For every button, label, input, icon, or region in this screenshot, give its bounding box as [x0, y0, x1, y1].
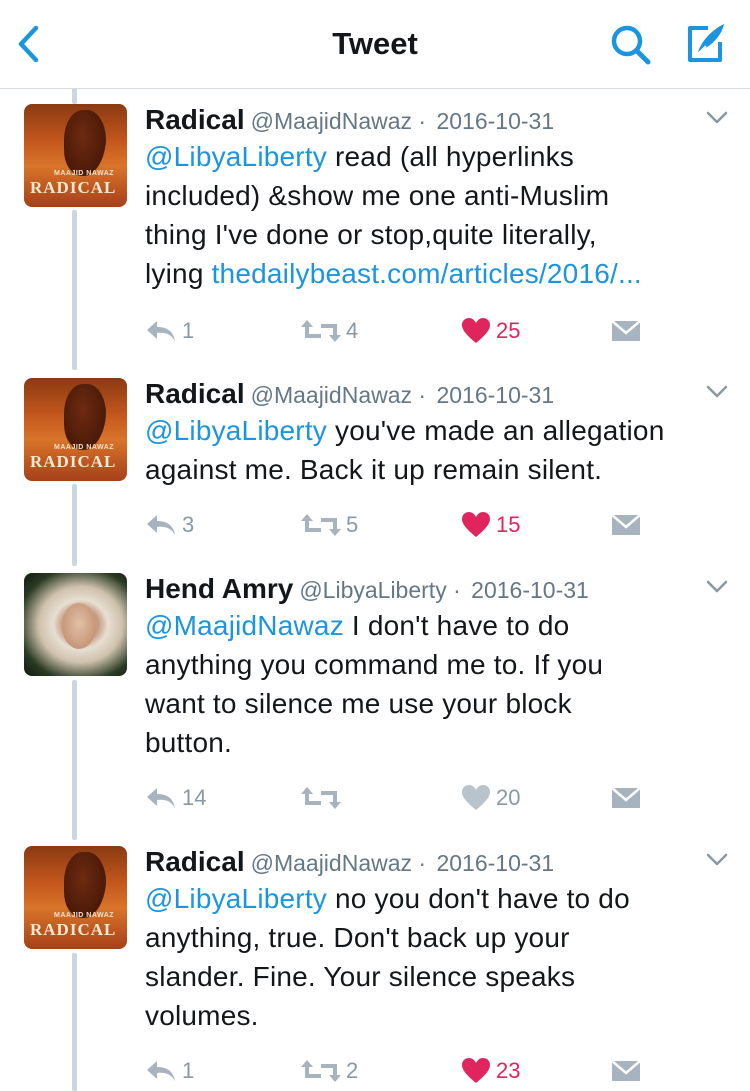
thread-line [72, 680, 77, 840]
reply-button[interactable]: 14 [145, 783, 206, 813]
heart-icon [462, 785, 490, 810]
tweet-text: @LibyaLiberty you've made an allegation … [145, 415, 665, 485]
display-name[interactable]: Hend Amry [145, 573, 293, 604]
user-handle[interactable]: @MaajidNawaz [251, 850, 412, 876]
tweet-date: 2016-10-31 [471, 577, 589, 603]
retweet-button[interactable]: 4 [301, 316, 358, 346]
cover-author: MAAJID NAWAZ [54, 444, 115, 451]
tweet-actions: 1 4 25 [145, 316, 665, 346]
chevron-down-icon[interactable] [706, 579, 728, 595]
tweet-actions: 1 2 23 [145, 1056, 665, 1086]
thread-line [72, 484, 77, 566]
tweet-header: Radical @MaajidNawaz · 2016-10-31 [145, 846, 555, 877]
direct-message-icon [611, 1060, 641, 1081]
tweet-text: @LibyaLiberty read (all hyperlinks inclu… [145, 141, 642, 289]
url-link[interactable]: thedailybeast.com/articles/2016/... [212, 258, 642, 289]
retweet-button[interactable] [301, 783, 346, 813]
retweet-button[interactable]: 2 [301, 1056, 358, 1086]
avatar[interactable]: MAAJID NAWAZ RADICAL [24, 846, 127, 949]
tweet-actions: 3 5 15 [145, 510, 665, 540]
chevron-down-icon[interactable] [706, 852, 728, 868]
heart-icon [462, 1058, 490, 1083]
chevron-down-icon[interactable] [706, 384, 728, 400]
navigation-bar: Tweet [0, 0, 750, 89]
reply-icon [147, 321, 175, 341]
display-name[interactable]: Radical [145, 846, 245, 877]
tweet-actions: 14 20 [145, 783, 665, 813]
reply-button[interactable]: 3 [145, 510, 194, 540]
reply-icon [147, 515, 175, 535]
cover-author: MAAJID NAWAZ [54, 170, 115, 177]
tweet-text: @LibyaLiberty no you don't have to do an… [145, 883, 630, 1031]
retweet-count: 5 [346, 512, 359, 537]
avatar-face [62, 603, 96, 649]
reply-count: 3 [182, 512, 195, 537]
retweet-icon [301, 787, 341, 809]
chevron-down-icon[interactable] [706, 110, 728, 126]
user-handle[interactable]: @LibyaLiberty [299, 577, 446, 603]
mention-link[interactable]: @LibyaLiberty [145, 415, 327, 446]
retweet-button[interactable]: 5 [301, 510, 358, 540]
avatar[interactable]: MAAJID NAWAZ RADICAL [24, 104, 127, 207]
tweet-date: 2016-10-31 [436, 850, 555, 876]
cover-face [64, 852, 106, 918]
reply-count: 14 [182, 785, 207, 810]
like-count: 20 [496, 785, 521, 810]
like-button[interactable]: 25 [461, 316, 520, 346]
tweet-header: Hend Amry @LibyaLiberty · 2016-10-31 [145, 573, 589, 604]
retweet-icon [301, 514, 341, 536]
direct-message-button[interactable] [611, 316, 641, 346]
like-button[interactable]: 23 [461, 1056, 520, 1086]
direct-message-icon [611, 514, 641, 535]
retweet-icon [301, 320, 341, 342]
tweet-text: @MaajidNawaz I don't have to do anything… [145, 610, 604, 758]
thread-line [72, 953, 77, 1091]
cover-face [64, 110, 106, 176]
thread-line [72, 88, 77, 104]
direct-message-button[interactable] [611, 1056, 641, 1086]
heart-icon [462, 318, 490, 343]
display-name[interactable]: Radical [145, 378, 245, 409]
user-handle[interactable]: @MaajidNawaz [251, 108, 412, 134]
search-icon[interactable] [608, 22, 654, 68]
reply-count: 1 [182, 318, 195, 343]
cover-title: RADICAL [30, 178, 117, 197]
mention-link[interactable]: @MaajidNawaz [145, 610, 344, 641]
tweet-header: Radical @MaajidNawaz · 2016-10-31 [145, 378, 555, 409]
like-button[interactable]: 20 [461, 783, 520, 813]
direct-message-icon [611, 320, 641, 341]
like-count: 15 [496, 512, 521, 537]
like-count: 23 [496, 1058, 521, 1083]
direct-message-icon [611, 787, 641, 808]
compose-icon[interactable] [682, 20, 728, 66]
reply-icon [147, 1061, 175, 1081]
cover-face [64, 384, 106, 450]
cover-title: RADICAL [30, 452, 117, 471]
user-handle[interactable]: @MaajidNawaz [251, 382, 412, 408]
reply-button[interactable]: 1 [145, 316, 194, 346]
tweet-date: 2016-10-31 [436, 382, 555, 408]
direct-message-button[interactable] [611, 510, 641, 540]
mention-link[interactable]: @LibyaLiberty [145, 883, 327, 914]
like-button[interactable]: 15 [461, 510, 520, 540]
retweet-count: 4 [346, 318, 359, 343]
thread-line [72, 210, 77, 370]
reply-count: 1 [182, 1058, 195, 1083]
direct-message-button[interactable] [611, 783, 641, 813]
mention-link[interactable]: @LibyaLiberty [145, 141, 327, 172]
reply-button[interactable]: 1 [145, 1056, 194, 1086]
cover-title: RADICAL [30, 920, 117, 939]
avatar[interactable]: MAAJID NAWAZ RADICAL [24, 378, 127, 481]
reply-icon [147, 788, 175, 808]
tweet-date: 2016-10-31 [436, 108, 555, 134]
retweet-count: 2 [346, 1058, 359, 1083]
display-name[interactable]: Radical [145, 104, 245, 135]
like-count: 25 [496, 318, 521, 343]
avatar[interactable] [24, 573, 127, 676]
heart-icon [462, 512, 490, 537]
retweet-icon [301, 1060, 341, 1082]
tweet-header: Radical @MaajidNawaz · 2016-10-31 [145, 104, 555, 135]
cover-author: MAAJID NAWAZ [54, 912, 115, 919]
